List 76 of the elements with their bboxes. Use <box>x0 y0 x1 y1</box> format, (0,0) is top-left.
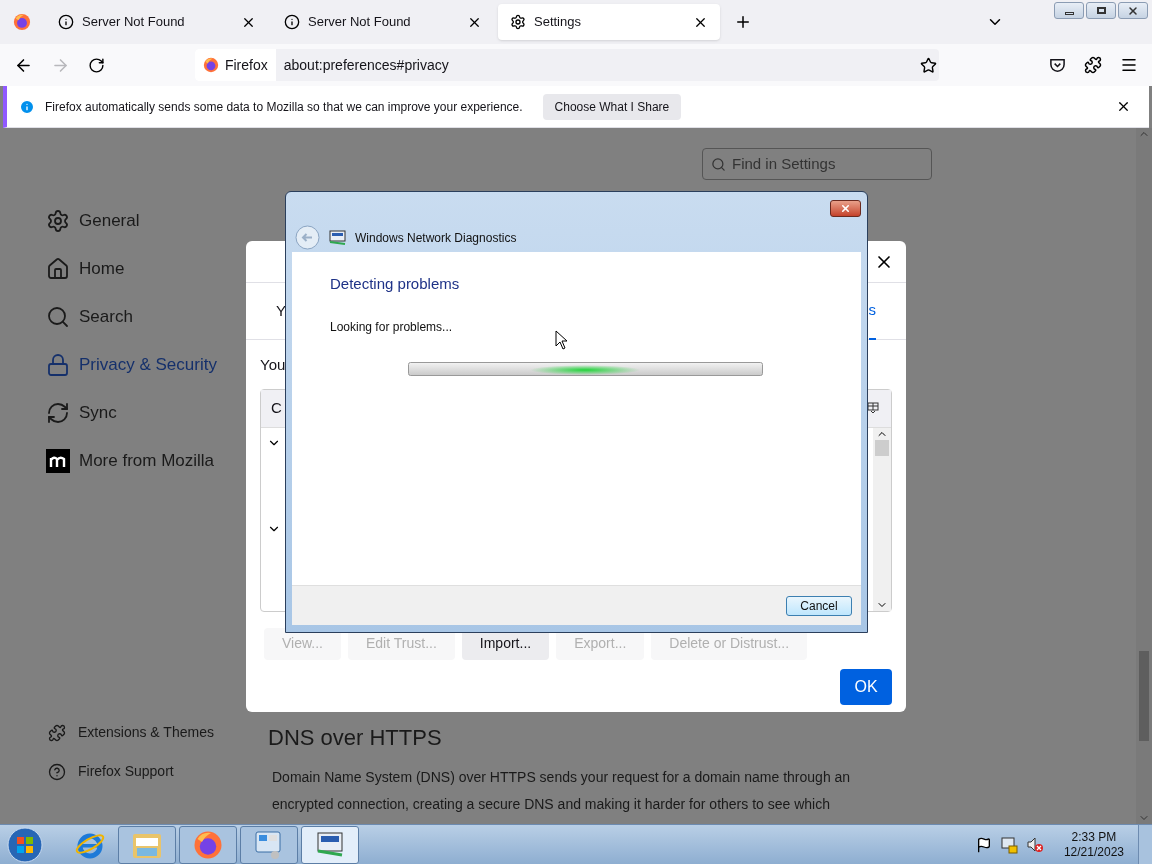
sidebar-link[interactable]: Extensions & Themes <box>48 722 250 743</box>
wizard-heading: Detecting problems <box>330 274 461 294</box>
pocket-icon[interactable] <box>1049 56 1067 74</box>
new-tab-icon[interactable] <box>734 13 752 31</box>
status-text: Looking for problems... <box>330 318 454 336</box>
browser-tab[interactable]: Server Not Found <box>272 4 494 40</box>
tree-scrollbar[interactable] <box>873 427 891 611</box>
page-scrollbar[interactable] <box>1136 128 1152 824</box>
lock-icon <box>46 353 70 377</box>
intro-text: You <box>260 355 286 375</box>
info-icon <box>284 14 300 30</box>
network-status-icon[interactable] <box>999 835 1018 854</box>
mozilla-logo-icon <box>46 449 70 473</box>
taskbar-button[interactable] <box>179 825 237 864</box>
section-heading: DNS over HTTPS <box>268 724 443 752</box>
scroll-thumb[interactable] <box>875 439 889 456</box>
identity-chip[interactable]: Firefox <box>194 49 276 81</box>
sidebar-item[interactable]: General <box>46 208 250 234</box>
browser-tab[interactable]: Server Not Found <box>46 4 268 40</box>
firefox-icon <box>193 829 223 860</box>
taskbar-button[interactable] <box>240 825 298 864</box>
taskbar-button[interactable] <box>118 825 176 864</box>
mouse-cursor-icon <box>555 330 568 350</box>
notification-message: Firefox automatically sends some data to Mozilla so that we can improve your experience. <box>45 98 523 116</box>
minimize-window-button[interactable] <box>1054 2 1084 19</box>
sync-icon <box>46 401 70 425</box>
close-window-button[interactable] <box>1118 2 1148 19</box>
search-icon <box>46 305 70 329</box>
tab-title: Server Not Found <box>308 13 412 32</box>
choose-what-i-share-button[interactable]: Choose What I Share <box>542 93 682 120</box>
sidebar-item[interactable]: Sync <box>46 400 250 426</box>
muted-speaker-icon[interactable] <box>1025 835 1044 854</box>
sidebar-item[interactable]: Search <box>46 304 250 330</box>
sidebar-item[interactable]: Privacy & Security <box>46 352 250 378</box>
taskbar-button[interactable] <box>301 825 359 864</box>
sidebar-link[interactable]: Firefox Support <box>48 761 250 782</box>
find-in-settings-field[interactable]: Find in Settings <box>702 148 932 180</box>
start-button[interactable] <box>5 825 45 864</box>
firefox-logo-icon <box>13 13 31 31</box>
firefox-logo-icon <box>202 57 219 73</box>
reload-icon[interactable] <box>87 56 105 74</box>
sidebar-item[interactable]: More from Mozilla <box>46 448 250 474</box>
network-icon <box>329 230 346 245</box>
restore-window-button[interactable] <box>1086 2 1116 19</box>
info-icon <box>19 98 35 115</box>
menu-icon[interactable] <box>1120 56 1139 74</box>
close-icon <box>840 203 851 214</box>
info-icon <box>58 14 74 30</box>
close-icon <box>1127 4 1139 17</box>
dialog-tab[interactable]: Y <box>276 282 286 340</box>
home-icon <box>46 257 70 281</box>
ok-button[interactable]: OK <box>840 668 892 705</box>
gear-icon <box>46 209 70 233</box>
tab-title: Settings <box>534 13 582 32</box>
network-icon <box>314 830 346 859</box>
help-icon <box>48 762 66 781</box>
cancel-button[interactable]: Cancel <box>786 595 852 616</box>
address-bar[interactable]: Firefox about:preferences#privacy <box>194 49 940 81</box>
gear-icon <box>510 14 526 30</box>
tab-title: Server Not Found <box>82 13 186 32</box>
close-icon[interactable] <box>1116 99 1131 114</box>
flag-icon[interactable] <box>975 836 992 853</box>
column-header[interactable]: C <box>271 396 282 420</box>
clock[interactable]: 2:33 PM 12/21/2023 <box>1063 829 1124 860</box>
extensions-icon[interactable] <box>1084 56 1103 74</box>
puzzle-icon <box>48 723 66 742</box>
search-icon <box>711 156 726 172</box>
section-description: Domain Name System (DNS) over HTTPS sends your request for a domain name through an encrypted connection, creating a secure DNS and making it harder for others to see which <box>271 768 852 814</box>
column-picker-icon[interactable] <box>867 402 879 414</box>
scroll-thumb[interactable] <box>1139 651 1149 741</box>
bookmark-star-icon[interactable] <box>920 56 938 74</box>
browser-tab[interactable]: Settings <box>498 4 720 40</box>
sidebar-item[interactable]: Home <box>46 256 250 282</box>
url-text: about:preferences#privacy <box>283 55 450 75</box>
window-title: Windows Network Diagnostics <box>355 229 517 247</box>
close-button[interactable] <box>830 200 861 217</box>
